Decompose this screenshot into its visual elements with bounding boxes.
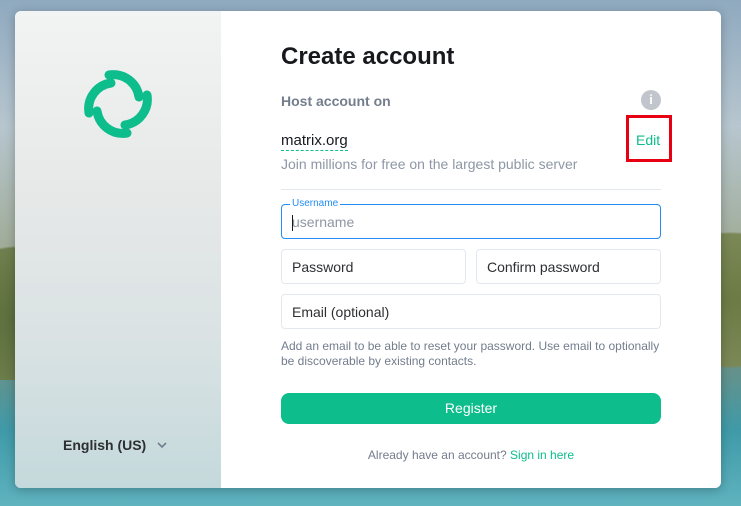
edit-server-button[interactable]: Edit [636,132,660,148]
registration-form: Create account Host account on i matrix.… [281,11,672,488]
divider [281,189,661,190]
registration-dialog: English (US) Create account Host account… [15,11,721,488]
language-label: English (US) [63,437,147,453]
signin-link[interactable]: Sign in here [510,448,574,462]
email-field[interactable]: Email (optional) [281,294,661,329]
username-field[interactable]: Username username [281,198,661,239]
password-placeholder: Password [292,259,354,275]
email-help-text: Add an email to be able to reset your pa… [281,339,660,368]
register-button[interactable]: Register [281,393,661,424]
language-selector[interactable]: English (US) [63,437,168,453]
username-placeholder: username [292,214,355,230]
chevron-down-icon [157,442,167,449]
branding-panel: English (US) [15,11,221,488]
email-placeholder: Email (optional) [292,304,390,320]
text-caret [292,215,293,231]
password-field[interactable]: Password [281,249,466,284]
signin-row: Already have an account? Sign in here [281,448,661,462]
info-icon[interactable]: i [641,90,661,110]
server-name: matrix.org [281,132,348,151]
server-description: Join millions for free on the largest pu… [281,156,578,172]
element-logo-icon [84,70,152,138]
confirm-password-placeholder: Confirm password [487,259,600,275]
username-label: Username [290,198,341,209]
signin-prompt: Already have an account? [367,448,507,462]
page-title: Create account [281,43,455,70]
confirm-password-field[interactable]: Confirm password [476,249,661,284]
host-label: Host account on [281,93,391,109]
